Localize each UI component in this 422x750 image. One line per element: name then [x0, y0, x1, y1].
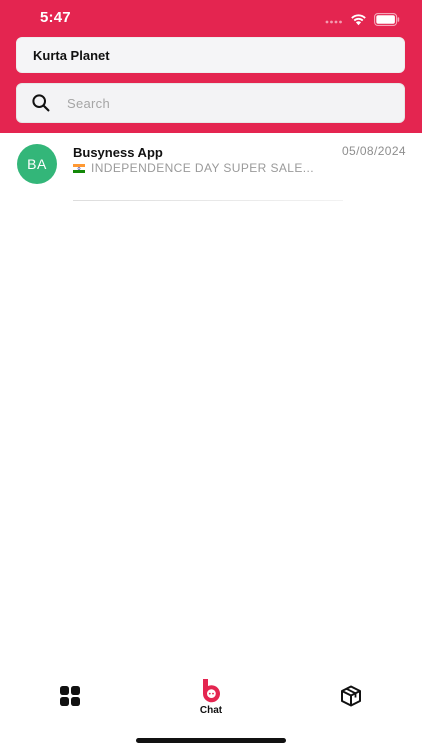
- status-icons: [325, 12, 400, 26]
- chat-preview: INDEPENDENCE DAY SUPER SALE...: [73, 161, 328, 175]
- home-indicator[interactable]: [136, 738, 286, 743]
- nav-chat[interactable]: Chat: [186, 668, 236, 724]
- search-bar[interactable]: [16, 83, 405, 123]
- wifi-icon: [351, 13, 366, 25]
- store-selector[interactable]: Kurta Planet: [16, 37, 405, 73]
- chat-preview-text: INDEPENDENCE DAY SUPER SALE...: [91, 161, 314, 175]
- store-name: Kurta Planet: [33, 47, 110, 63]
- chat-date: 05/08/2024: [341, 144, 406, 158]
- chat-contact-name: Busyness App: [73, 145, 163, 160]
- bottom-navigation: Chat: [0, 668, 422, 728]
- search-icon: [32, 94, 50, 112]
- nav-catalog[interactable]: [331, 668, 371, 724]
- search-input[interactable]: [65, 94, 369, 112]
- chat-logo-icon: [203, 678, 220, 702]
- avatar-initials: BA: [27, 156, 47, 172]
- nav-chat-label: Chat: [199, 704, 223, 716]
- app-header: 5:47 Kurta Planet: [0, 0, 422, 133]
- india-flag-icon: [73, 163, 85, 173]
- chat-divider: [73, 200, 343, 201]
- nav-dashboard[interactable]: [50, 668, 90, 724]
- status-bar: 5:47: [0, 0, 422, 36]
- status-time: 5:47: [40, 9, 71, 26]
- avatar: BA: [17, 144, 57, 184]
- chat-list-item[interactable]: BA Busyness App 05/08/2024 INDEPENDENCE …: [0, 134, 422, 202]
- grid-icon: [60, 686, 80, 706]
- cellular-signal-icon: [325, 20, 342, 24]
- box-icon: [341, 685, 361, 707]
- battery-icon: [374, 12, 400, 26]
